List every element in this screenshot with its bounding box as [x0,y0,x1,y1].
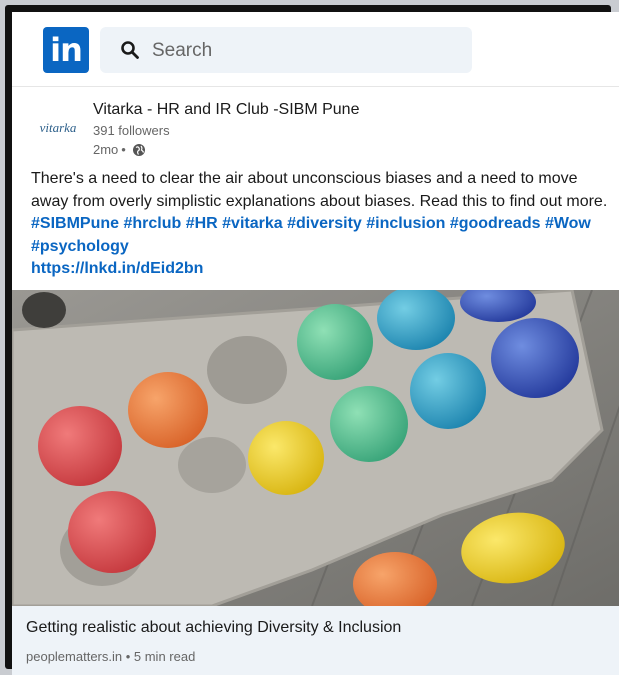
article-title[interactable]: Getting realistic about achieving Divers… [26,619,401,637]
author-name[interactable]: Vitarka - HR and IR Club -SIBM Pune [93,101,359,119]
post-age: 2mo [93,142,119,157]
article-source: peoplematters.in • 5 min read [26,649,196,664]
egg-carton-illustration [12,290,619,606]
post-text: There's a need to clear the air about un… [31,170,608,210]
post-meta: 2mo • [93,142,146,157]
top-nav-bar: in [12,12,619,87]
search-input[interactable] [150,27,454,75]
post-body: There's a need to clear the air about un… [31,168,611,281]
post-link[interactable]: https://lnkd.in/dEid2bn [31,258,611,281]
post-header: vitarka Vitarka - HR and IR Club -SIBM P… [12,88,619,168]
linkedin-logo[interactable]: in [43,27,89,73]
company-avatar[interactable]: vitarka [32,110,84,146]
article-preview[interactable]: Getting realistic about achieving Divers… [12,606,619,675]
globe-icon [132,143,145,156]
search-box[interactable] [100,27,472,75]
linkedin-post-card: in vitarka Vitarka - HR and IR Club -SIB… [12,12,619,675]
follower-count: 391 followers [93,123,170,138]
post-hashtags[interactable]: #SIBMPune #hrclub #HR #vitarka #diversit… [31,215,591,255]
meta-separator: • [121,142,126,157]
search-icon [121,41,139,59]
post-image[interactable] [12,290,619,606]
